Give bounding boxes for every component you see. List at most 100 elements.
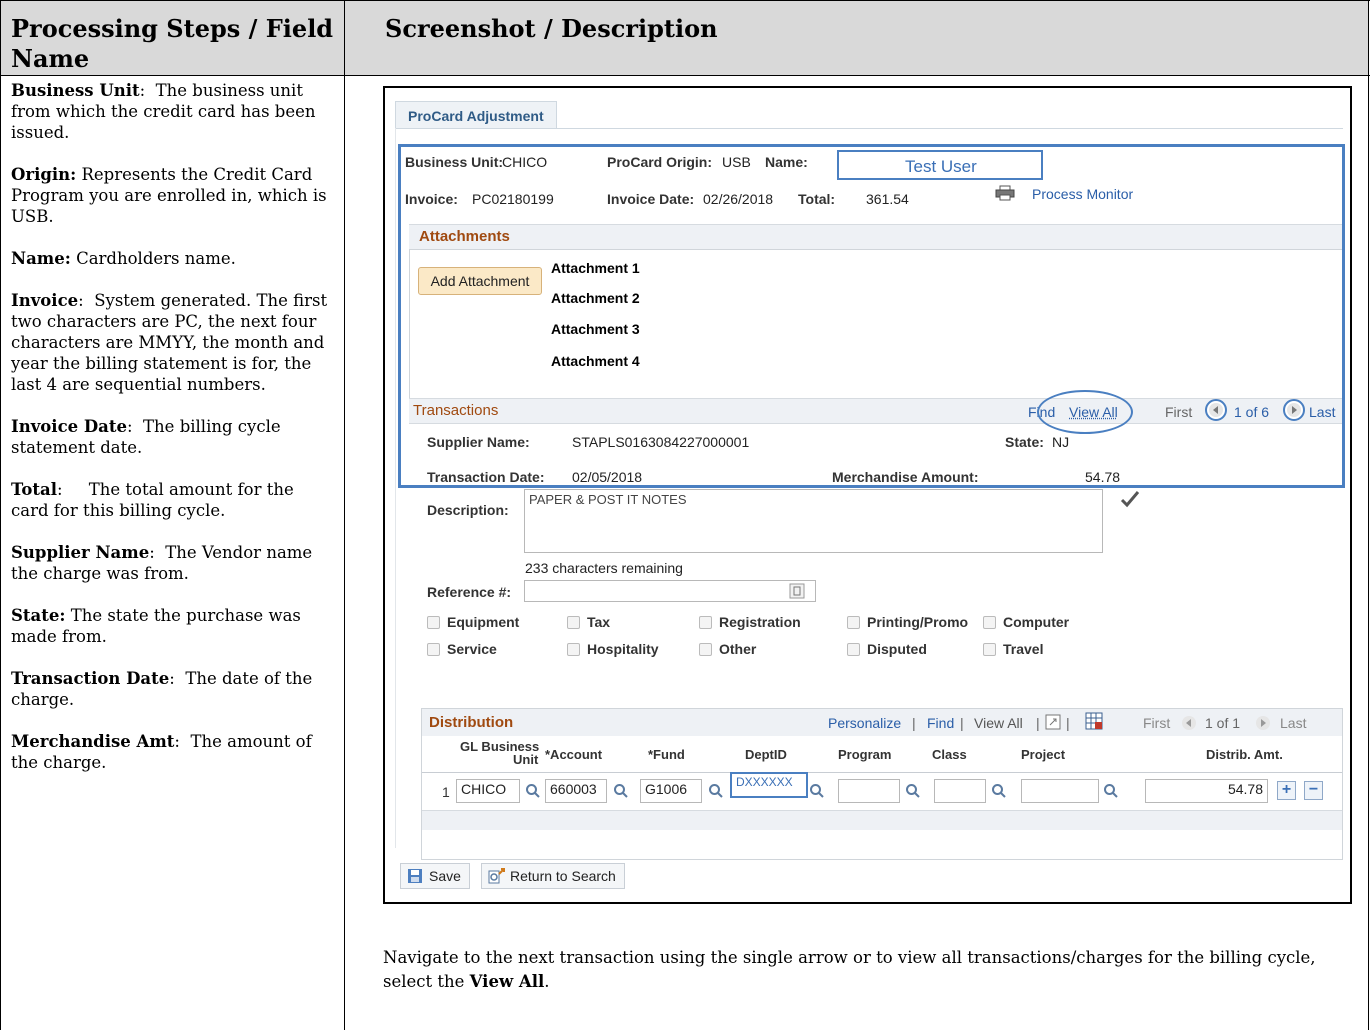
field-term: Merchandise Amt	[11, 732, 175, 751]
reference-input[interactable]	[524, 580, 816, 602]
distribution-counter: 1 of 1	[1205, 715, 1241, 731]
fund-input[interactable]: G1006	[640, 779, 702, 803]
field-term: Invoice Date	[11, 417, 127, 436]
checkbox-box[interactable]	[847, 616, 860, 629]
distribution-find-link[interactable]: Find	[927, 715, 954, 731]
zoom-grid-icon[interactable]	[1045, 714, 1061, 730]
spellcheck-icon[interactable]	[1120, 490, 1140, 508]
sep-4: |	[1066, 715, 1070, 731]
table-border-top	[0, 0, 1370, 1]
checkbox-label: Computer	[1003, 614, 1070, 630]
save-label: Save	[429, 868, 461, 884]
field-term: Name:	[11, 249, 71, 268]
checkbox-box[interactable]	[427, 643, 440, 656]
checkbox-disputed[interactable]: Disputed	[847, 641, 927, 657]
field-term: Invoice	[11, 291, 79, 310]
deptid-lookup-icon[interactable]	[809, 783, 825, 799]
reference-lookup-icon[interactable]	[789, 583, 805, 599]
field-description-item: Business Unit: The business unit from wh…	[11, 80, 336, 143]
program-lookup-icon[interactable]	[905, 783, 921, 799]
field-description-item: Name: Cardholders name.	[11, 248, 336, 269]
field-term: Supplier Name	[11, 543, 150, 562]
field-description-item: Invoice Date: The billing cycle statemen…	[11, 416, 336, 458]
delete-row-button[interactable]: −	[1304, 781, 1323, 800]
instruction-post: .	[544, 972, 550, 991]
instruction-bold: View All	[469, 972, 545, 991]
sep-3: |	[1036, 715, 1040, 731]
class-lookup-icon[interactable]	[991, 783, 1007, 799]
field-term: Transaction Date	[11, 669, 170, 688]
checkbox-computer[interactable]: Computer	[983, 614, 1069, 630]
distribution-last[interactable]: Last	[1280, 715, 1306, 731]
checkbox-hospitality[interactable]: Hospitality	[567, 641, 659, 657]
checkbox-other[interactable]: Other	[699, 641, 756, 657]
field-sep: :	[149, 543, 166, 562]
field-description-item: Total: The total amount for the card for…	[11, 479, 336, 521]
checkbox-label: Printing/Promo	[867, 614, 969, 630]
checkbox-box[interactable]	[567, 643, 580, 656]
reference-label: Reference #:	[427, 584, 512, 600]
checkbox-equipment[interactable]: Equipment	[427, 614, 519, 630]
field-term: Business Unit	[11, 81, 140, 100]
checkbox-label: Hospitality	[587, 641, 659, 657]
checkbox-box[interactable]	[983, 616, 996, 629]
checkbox-tax[interactable]: Tax	[567, 614, 610, 630]
field-sep: :	[56, 480, 89, 499]
checkbox-box[interactable]	[699, 616, 712, 629]
checkbox-label: Disputed	[867, 641, 927, 657]
field-sep: :	[126, 417, 144, 436]
table-border-right	[1368, 0, 1369, 1030]
checkbox-label: Registration	[719, 614, 801, 630]
field-term: State:	[11, 606, 66, 625]
checkbox-service[interactable]: Service	[427, 641, 497, 657]
download-grid-icon[interactable]	[1085, 712, 1103, 730]
checkbox-printing-promo[interactable]: Printing/Promo	[847, 614, 968, 630]
checkbox-box[interactable]	[427, 616, 440, 629]
field-sep: :	[78, 291, 95, 310]
header-rule	[422, 772, 1342, 773]
fund-lookup-icon[interactable]	[708, 783, 724, 799]
field-sep: :	[169, 669, 186, 688]
gl-bu-input[interactable]: CHICO	[456, 779, 520, 803]
gl-bu-lookup-icon[interactable]	[525, 783, 541, 799]
account-lookup-icon[interactable]	[613, 783, 629, 799]
checkbox-box[interactable]	[699, 643, 712, 656]
account-input[interactable]: 660003	[545, 779, 607, 803]
checkbox-registration[interactable]: Registration	[699, 614, 801, 630]
field-description-item: Origin: Represents the Credit Card Progr…	[11, 164, 336, 227]
personalize-link[interactable]: Personalize	[828, 715, 901, 731]
checkbox-box[interactable]	[847, 643, 860, 656]
checkbox-travel[interactable]: Travel	[983, 641, 1043, 657]
field-description-item: Supplier Name: The Vendor name the charg…	[11, 542, 336, 584]
col1-header: Processing Steps / Field Name	[11, 14, 334, 73]
distrib-amt-input[interactable]: 54.78	[1145, 779, 1268, 803]
field-term: Total	[11, 480, 57, 499]
col-class: Class	[932, 747, 967, 762]
tab-procard-adjustment[interactable]: ProCard Adjustment	[395, 101, 557, 129]
save-button[interactable]: Save	[400, 863, 470, 889]
col-deptid: DeptID	[745, 747, 787, 762]
dist-prev-icon[interactable]	[1181, 715, 1197, 731]
return-to-search-button[interactable]: Return to Search	[481, 863, 625, 889]
distribution-first[interactable]: First	[1143, 715, 1170, 731]
distribution-view-all-link[interactable]: View All	[974, 715, 1023, 731]
checkbox-box[interactable]	[567, 616, 580, 629]
add-row-button[interactable]: +	[1277, 781, 1296, 800]
project-input[interactable]	[1021, 779, 1099, 803]
description-textarea[interactable]: PAPER & POST IT NOTES	[524, 489, 1103, 553]
chars-remaining: 233 characters remaining	[525, 560, 683, 576]
col-fund: *Fund	[648, 747, 685, 762]
minus-icon: −	[1308, 781, 1319, 798]
field-text: Cardholders name.	[76, 249, 236, 268]
deptid-input[interactable]: DXXXXXX	[730, 772, 808, 798]
class-input[interactable]	[934, 779, 986, 803]
field-description-item: Merchandise Amt: The amount of the charg…	[11, 731, 336, 773]
program-input[interactable]	[838, 779, 900, 803]
col-distrib-amt: Distrib. Amt.	[1206, 747, 1283, 762]
description-label: Description:	[427, 502, 509, 518]
checkbox-label: Equipment	[447, 614, 520, 630]
procard-screenshot: ProCard Adjustment Business Unit: CHICO …	[383, 86, 1352, 904]
checkbox-box[interactable]	[983, 643, 996, 656]
dist-next-icon[interactable]	[1255, 715, 1271, 731]
project-lookup-icon[interactable]	[1103, 783, 1119, 799]
